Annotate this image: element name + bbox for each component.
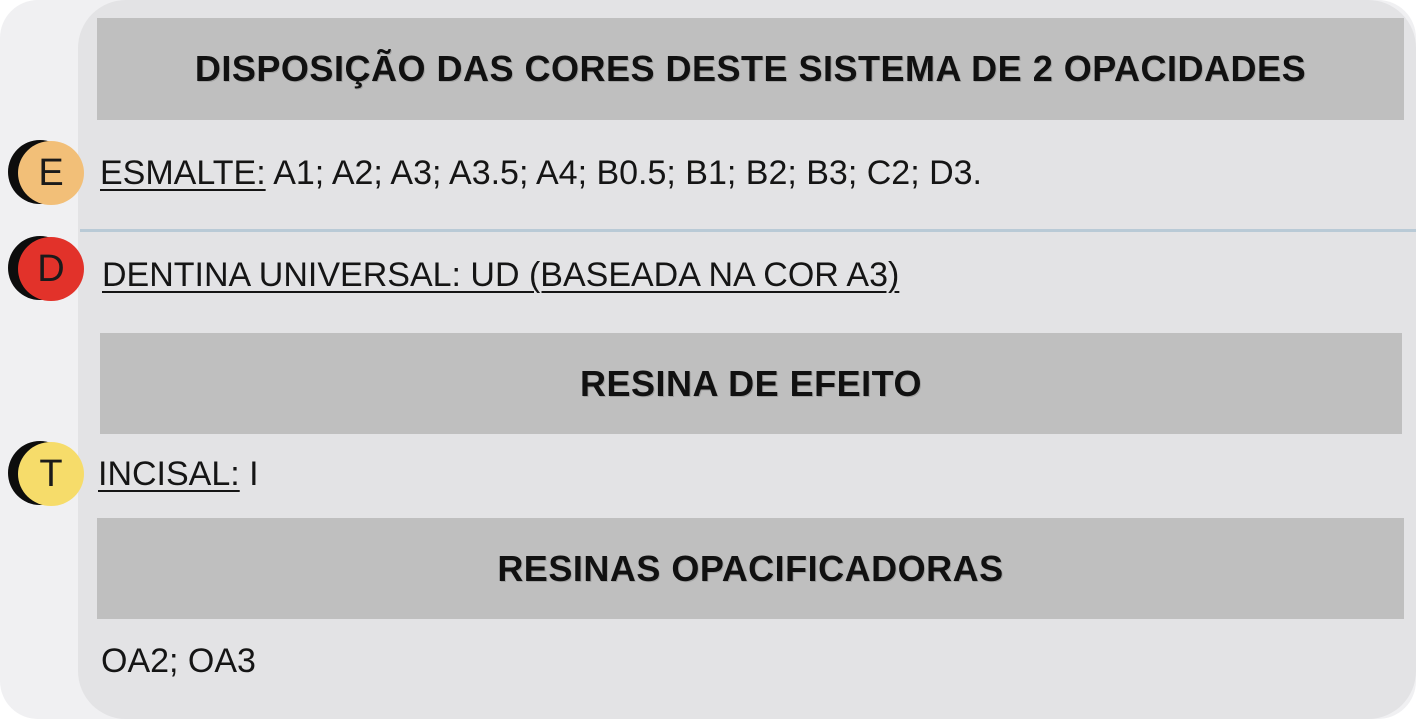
translucent-badge-disc: T: [18, 442, 84, 506]
header-title: DISPOSIÇÃO DAS CORES DESTE SISTEMA DE 2 …: [194, 48, 1307, 89]
header-bar: DISPOSIÇÃO DAS CORES DESTE SISTEMA DE 2 …: [97, 18, 1404, 120]
dentina-label: DENTINA UNIVERSAL: UD (BASEADA NA COR A3…: [102, 256, 900, 294]
dentina-row: DENTINA UNIVERSAL: UD (BASEADA NA COR A3…: [102, 256, 899, 295]
dentin-badge-disc: D: [18, 237, 84, 301]
esmalte-value: A1; A2; A3; A3.5; A4; B0.5; B1; B2; B3; …: [265, 154, 982, 192]
opacificadoras-title: RESINAS OPACIFICADORAS: [497, 547, 1004, 589]
esmalte-label: ESMALTE:: [100, 154, 266, 192]
opacificadoras-bar: RESINAS OPACIFICADORAS: [97, 518, 1404, 619]
efeito-title: RESINA DE EFEITO: [579, 362, 923, 404]
enamel-badge-disc: E: [18, 141, 84, 205]
incisal-row: INCISAL: I: [98, 455, 259, 494]
esmalte-row: ESMALTE: A1; A2; A3; A3.5; A4; B0.5; B1;…: [100, 154, 982, 193]
translucent-badge: T: [8, 441, 84, 507]
divider: [80, 229, 1416, 232]
opacificadoras-value: OA2; OA3: [101, 642, 256, 680]
enamel-badge: E: [8, 140, 84, 206]
incisal-label: INCISAL:: [98, 455, 240, 493]
efeito-bar: RESINA DE EFEITO: [100, 333, 1402, 434]
incisal-value: I: [239, 455, 259, 493]
dentin-badge: D: [8, 236, 84, 302]
opacificadoras-row: OA2; OA3: [101, 642, 256, 681]
